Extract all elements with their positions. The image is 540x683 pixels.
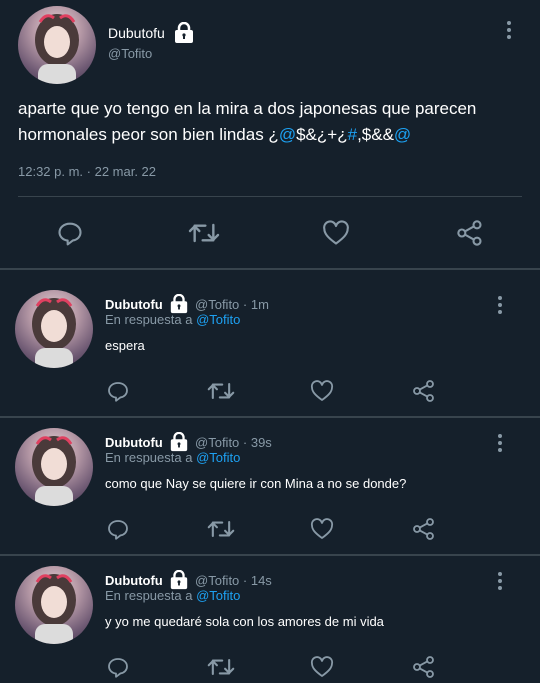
- retweet-icon[interactable]: [207, 655, 235, 679]
- display-name-text: Dubutofu: [108, 25, 165, 42]
- tweet-text-link[interactable]: @: [279, 125, 296, 144]
- display-name[interactable]: Dubutofu: [105, 435, 163, 450]
- reply-icon[interactable]: [106, 517, 130, 541]
- display-name[interactable]: Dubutofu: [105, 573, 163, 588]
- tweet-text-link[interactable]: #: [348, 125, 357, 144]
- handle-time[interactable]: @Tofito · 1m: [195, 297, 269, 312]
- retweet-icon[interactable]: [207, 517, 235, 541]
- in-reply-link[interactable]: @Tofito: [196, 588, 240, 603]
- heart-icon[interactable]: [321, 218, 351, 248]
- in-reply-to: En respuesta a @Tofito: [105, 450, 240, 465]
- more-vertical-icon[interactable]: [497, 434, 503, 455]
- heart-icon[interactable]: [310, 379, 334, 403]
- share-icon[interactable]: [412, 655, 436, 679]
- more-vertical-icon[interactable]: [506, 21, 512, 42]
- tweet-text-link[interactable]: @: [394, 125, 411, 144]
- share-icon[interactable]: [455, 218, 485, 248]
- more-vertical-icon[interactable]: [497, 296, 503, 317]
- in-reply-to: En respuesta a @Tofito: [105, 588, 240, 603]
- avatar[interactable]: [15, 566, 93, 644]
- in-reply-label: En respuesta a: [105, 312, 193, 327]
- tweet-text-segment: ,$&&: [357, 125, 394, 144]
- divider: [0, 268, 540, 270]
- share-icon[interactable]: [412, 379, 436, 403]
- reply-icon[interactable]: [106, 655, 130, 679]
- avatar[interactable]: [15, 428, 93, 506]
- in-reply-label: En respuesta a: [105, 588, 193, 603]
- tweet-text-segment: $&¿+¿: [296, 125, 348, 144]
- avatar[interactable]: [15, 290, 93, 368]
- in-reply-to: En respuesta a @Tofito: [105, 312, 240, 327]
- handle[interactable]: @Tofito: [108, 46, 152, 61]
- reply-tweet[interactable]: Dubutofu @Tofito · 1m En respuesta a @To…: [0, 280, 540, 416]
- tweet-text: aparte que yo tengo en la mira a dos jap…: [18, 96, 523, 148]
- avatar-photo: [35, 14, 79, 84]
- avatar-photo: [32, 574, 76, 644]
- heart-icon[interactable]: [310, 517, 334, 541]
- reply-tweet[interactable]: Dubutofu @Tofito · 39s En respuesta a @T…: [0, 418, 540, 554]
- lock-icon: [173, 21, 195, 47]
- in-reply-label: En respuesta a: [105, 450, 193, 465]
- reply-icon[interactable]: [55, 218, 85, 248]
- share-icon[interactable]: [412, 517, 436, 541]
- retweet-icon[interactable]: [188, 218, 220, 248]
- tweet-text: y yo me quedaré sola con los amores de m…: [105, 614, 384, 629]
- handle-time[interactable]: @Tofito · 14s: [195, 573, 272, 588]
- handle-time[interactable]: @Tofito · 39s: [195, 435, 272, 450]
- reply-icon[interactable]: [106, 379, 130, 403]
- tweet-timestamp[interactable]: 12:32 p. m. · 22 mar. 22: [18, 164, 156, 179]
- display-name[interactable]: Dubutofu: [108, 21, 195, 47]
- more-vertical-icon[interactable]: [497, 572, 503, 593]
- display-name[interactable]: Dubutofu: [105, 297, 163, 312]
- avatar-photo: [32, 436, 76, 506]
- retweet-icon[interactable]: [207, 379, 235, 403]
- in-reply-link[interactable]: @Tofito: [196, 450, 240, 465]
- heart-icon[interactable]: [310, 655, 334, 679]
- avatar[interactable]: [18, 6, 96, 84]
- tweet-text: espera: [105, 338, 145, 353]
- tweet-text: como que Nay se quiere ir con Mina a no …: [105, 476, 407, 491]
- reply-tweet[interactable]: Dubutofu @Tofito · 14s En respuesta a @T…: [0, 556, 540, 683]
- avatar-photo: [32, 298, 76, 368]
- in-reply-link[interactable]: @Tofito: [196, 312, 240, 327]
- divider: [18, 196, 522, 197]
